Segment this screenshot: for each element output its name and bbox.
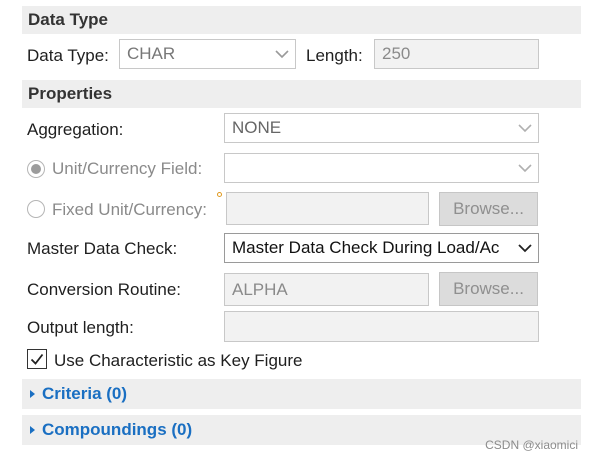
output-length-input[interactable] xyxy=(224,311,539,342)
data-type-select[interactable]: CHAR xyxy=(119,39,296,69)
expand-triangle-icon xyxy=(30,425,35,434)
compoundings-section-label: Compoundings (0) xyxy=(42,420,193,439)
output-length-label: Output length: xyxy=(27,318,134,337)
chevron-down-icon[interactable] xyxy=(512,234,538,262)
expand-triangle-icon xyxy=(30,389,35,398)
unit-currency-field-radio[interactable] xyxy=(27,160,45,178)
fixed-unit-currency-radio[interactable] xyxy=(27,200,45,218)
use-characteristic-checkbox[interactable] xyxy=(27,349,47,369)
data-type-section-header: Data Type xyxy=(22,6,581,34)
length-input[interactable]: 250 xyxy=(374,39,539,69)
fixed-unit-currency-input[interactable] xyxy=(226,192,429,225)
length-label: Length: xyxy=(306,46,363,65)
criteria-section-label: Criteria (0) xyxy=(42,384,128,403)
use-characteristic-label: Use Characteristic as Key Figure xyxy=(54,351,303,370)
aggregation-label: Aggregation: xyxy=(27,120,124,139)
conversion-routine-label: Conversion Routine: xyxy=(27,280,182,299)
checkmark-icon xyxy=(30,353,44,365)
unit-currency-field-select[interactable] xyxy=(224,153,539,183)
criteria-section-toggle[interactable]: Criteria (0) xyxy=(22,379,581,409)
required-marker-icon xyxy=(217,192,222,197)
browse-button-conversion-routine[interactable]: Browse... xyxy=(439,272,538,306)
aggregation-select[interactable]: NONE xyxy=(224,113,539,143)
fixed-unit-currency-label: Fixed Unit/Currency: xyxy=(52,200,207,219)
length-value: 250 xyxy=(382,44,411,63)
browse-button-fixed-unit[interactable]: Browse... xyxy=(439,192,538,226)
data-type-value: CHAR xyxy=(127,44,176,63)
aggregation-value: NONE xyxy=(232,118,282,137)
conversion-routine-input[interactable]: ALPHA xyxy=(224,273,429,306)
master-data-check-select[interactable]: Master Data Check During Load/Ac xyxy=(224,233,539,263)
properties-section-header: Properties xyxy=(22,80,581,108)
data-type-label: Data Type: xyxy=(27,46,109,65)
watermark: CSDN @xiaomici xyxy=(485,438,578,452)
unit-currency-field-label: Unit/Currency Field: xyxy=(52,159,203,178)
chevron-down-icon[interactable] xyxy=(269,40,295,68)
master-data-check-value: Master Data Check During Load/Ac xyxy=(232,238,500,257)
conversion-routine-value: ALPHA xyxy=(232,280,288,299)
chevron-down-icon[interactable] xyxy=(512,154,538,182)
chevron-down-icon[interactable] xyxy=(512,114,538,142)
master-data-check-label: Master Data Check: xyxy=(27,239,178,258)
